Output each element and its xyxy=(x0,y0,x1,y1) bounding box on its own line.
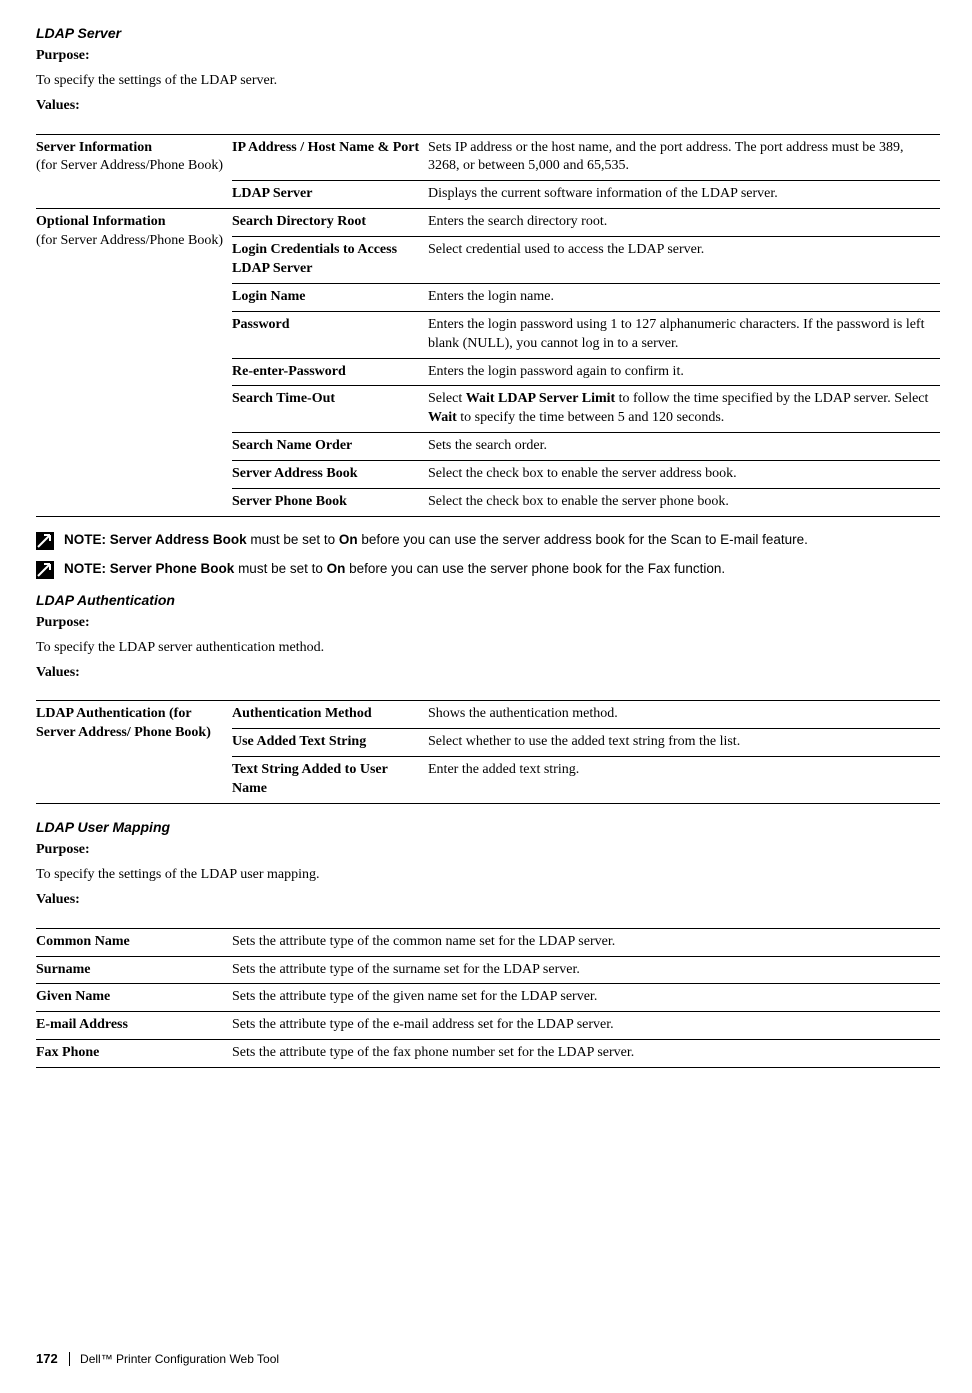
field-name: Login Name xyxy=(232,283,428,311)
field-name: Search Name Order xyxy=(232,433,428,461)
field-name: LDAP Server xyxy=(232,181,428,209)
values-label: Values: xyxy=(36,891,940,910)
field-name: Authentication Method xyxy=(232,701,428,729)
values-label: Values: xyxy=(36,97,940,116)
values-label: Values: xyxy=(36,664,940,683)
section-title-ldap-server: LDAP Server xyxy=(36,24,940,43)
field-name: Search Time-Out xyxy=(232,386,428,433)
note-label: NOTE: xyxy=(64,561,106,576)
note-post: before you can use the server address bo… xyxy=(358,532,808,547)
purpose-label: Purpose: xyxy=(36,47,940,66)
field-desc: Select the check box to enable the serve… xyxy=(428,461,940,489)
page-number: 172 xyxy=(36,1351,58,1366)
field-desc: Select the check box to enable the serve… xyxy=(428,489,940,517)
ldap-server-table: Server Information (for Server Address/P… xyxy=(36,134,940,517)
purpose-label: Purpose: xyxy=(36,841,940,860)
group-heading: LDAP Authentication (for Server Address/… xyxy=(36,701,232,804)
field-name: Given Name xyxy=(36,984,232,1012)
field-desc: Sets the attribute type of the fax phone… xyxy=(232,1040,940,1068)
note-bold2: On xyxy=(339,532,358,547)
section-title-ldap-auth: LDAP Authentication xyxy=(36,591,940,610)
field-name: Server Address Book xyxy=(232,461,428,489)
field-name: Fax Phone xyxy=(36,1040,232,1068)
field-desc: Sets the attribute type of the e-mail ad… xyxy=(232,1012,940,1040)
purpose-text: To specify the settings of the LDAP user… xyxy=(36,866,940,885)
note-label: NOTE: xyxy=(64,532,106,547)
field-desc: Enters the login password again to confi… xyxy=(428,358,940,386)
field-name: E-mail Address xyxy=(36,1012,232,1040)
field-desc: Enter the added text string. xyxy=(428,757,940,804)
group-sub-text: (for Server Address/Phone Book) xyxy=(36,233,223,248)
desc-bold2: Wait xyxy=(428,410,457,425)
field-name: Surname xyxy=(36,956,232,984)
field-desc: Select whether to use the added text str… xyxy=(428,729,940,757)
field-name: Re-enter-Password xyxy=(232,358,428,386)
field-desc: Sets the attribute type of the common na… xyxy=(232,928,940,956)
footer-text: Dell™ Printer Configuration Web Tool xyxy=(69,1352,279,1366)
field-name: Use Added Text String xyxy=(232,729,428,757)
field-desc: Enters the login password using 1 to 127… xyxy=(428,311,940,358)
purpose-text: To specify the settings of the LDAP serv… xyxy=(36,72,940,91)
note-2: NOTE: Server Phone Book must be set to O… xyxy=(36,560,940,579)
field-desc: Enters the login name. xyxy=(428,283,940,311)
field-name: IP Address / Host Name & Port xyxy=(232,134,428,181)
group-heading: Optional Information (for Server Address… xyxy=(36,209,232,517)
note-bold2: On xyxy=(327,561,346,576)
desc-mid: to follow the time specified by the LDAP… xyxy=(615,391,928,406)
note-bold1: Server Address Book xyxy=(110,532,247,547)
note-text: NOTE: Server Address Book must be set to… xyxy=(64,531,808,549)
ldap-mapping-table: Common Name Sets the attribute type of t… xyxy=(36,928,940,1068)
note-bold1: Server Phone Book xyxy=(110,561,235,576)
note-mid: must be set to xyxy=(247,532,339,547)
field-desc: Shows the authentication method. xyxy=(428,701,940,729)
field-name: Password xyxy=(232,311,428,358)
section-title-ldap-mapping: LDAP User Mapping xyxy=(36,818,940,837)
note-1: NOTE: Server Address Book must be set to… xyxy=(36,531,940,550)
field-name: Search Directory Root xyxy=(232,209,428,237)
note-text: NOTE: Server Phone Book must be set to O… xyxy=(64,560,725,578)
field-desc: Sets the attribute type of the surname s… xyxy=(232,956,940,984)
field-desc: Sets the search order. xyxy=(428,433,940,461)
field-name-text: Search Time-Out xyxy=(232,391,335,406)
desc-pre: Select xyxy=(428,391,466,406)
page-footer: 172 Dell™ Printer Configuration Web Tool xyxy=(36,1350,279,1368)
group-heading-text: Server Information xyxy=(36,140,152,155)
note-icon xyxy=(36,532,54,550)
field-desc: Select Wait LDAP Server Limit to follow … xyxy=(428,386,940,433)
field-name: Server Phone Book xyxy=(232,489,428,517)
field-desc: Sets the attribute type of the given nam… xyxy=(232,984,940,1012)
group-sub-text: (for Server Address/Phone Book) xyxy=(36,158,223,173)
ldap-auth-table: LDAP Authentication (for Server Address/… xyxy=(36,700,940,804)
note-icon xyxy=(36,561,54,579)
field-name: Text String Added to User Name xyxy=(232,757,428,804)
group-heading-text: Optional Information xyxy=(36,214,166,229)
note-mid: must be set to xyxy=(234,561,326,576)
group-heading: Server Information (for Server Address/P… xyxy=(36,134,232,209)
field-name: Common Name xyxy=(36,928,232,956)
desc-bold1: Wait LDAP Server Limit xyxy=(466,391,615,406)
purpose-text: To specify the LDAP server authenticatio… xyxy=(36,639,940,658)
field-desc: Enters the search directory root. xyxy=(428,209,940,237)
field-desc: Displays the current software informatio… xyxy=(428,181,940,209)
field-desc: Sets IP address or the host name, and th… xyxy=(428,134,940,181)
field-desc: Select credential used to access the LDA… xyxy=(428,237,940,284)
field-name: Login Credentials to Access LDAP Server xyxy=(232,237,428,284)
desc-post: to specify the time between 5 and 120 se… xyxy=(457,410,724,425)
purpose-label: Purpose: xyxy=(36,614,940,633)
note-post: before you can use the server phone book… xyxy=(345,561,725,576)
